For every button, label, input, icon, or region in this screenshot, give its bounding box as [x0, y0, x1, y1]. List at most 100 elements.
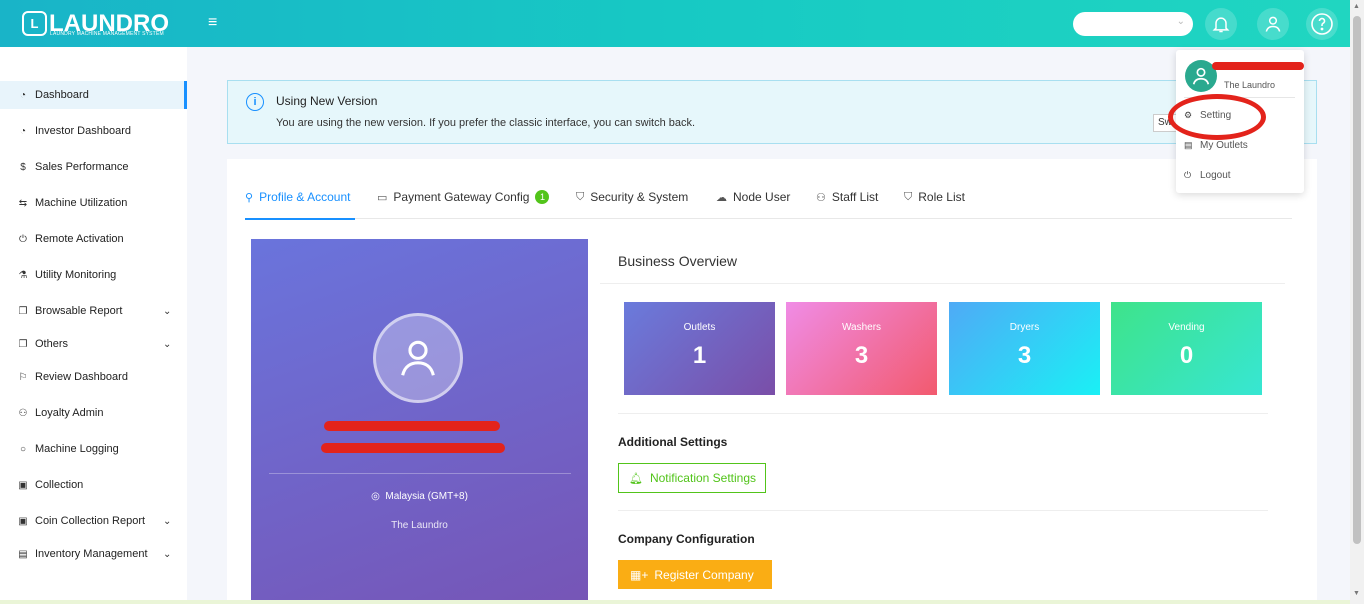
flask-icon: ⚗	[18, 269, 28, 281]
top-bar: L LAUNDRO LAUNDRY MACHINE MANAGEMENT SYS…	[0, 0, 1350, 47]
redacted-name	[324, 421, 500, 431]
flag-icon: ⚐	[18, 371, 28, 383]
sidebar-item-label: Coin Collection Report	[35, 515, 146, 527]
tab-role-list[interactable]: ⛉ Role List	[904, 190, 965, 204]
sidebar-item-inventory-management[interactable]: ▤ Inventory Management ⌄	[0, 540, 187, 568]
scroll-down-icon[interactable]: ▼	[1353, 590, 1360, 597]
bell-icon[interactable]	[1205, 8, 1237, 40]
active-tab-indicator	[245, 218, 355, 220]
tab-staff-list[interactable]: ⚇ Staff List	[816, 190, 878, 204]
sidebar-item-coin-collection-report[interactable]: ▣ Coin Collection Report ⌄	[0, 507, 187, 535]
location: ◎ Malaysia (GMT+8)	[251, 491, 588, 502]
sidebar-item-label: Dashboard	[35, 89, 89, 101]
scroll-up-icon[interactable]: ▲	[1353, 3, 1360, 10]
logo-tagline: LAUNDRY MACHINE MANAGEMENT SYSTEM	[50, 31, 164, 37]
swap-icon: ⇆	[18, 197, 28, 209]
hamburger-icon[interactable]: ≡	[208, 15, 224, 31]
button-label: Register Company	[654, 567, 754, 582]
stat-washers: Washers 3	[786, 302, 937, 395]
tab-label: Staff List	[831, 190, 879, 204]
sidebar-item-collection[interactable]: ▣ Collection	[0, 471, 187, 499]
sidebar-item-review-dashboard[interactable]: ⚐ Review Dashboard	[0, 363, 187, 391]
tab-label: Node User	[733, 190, 791, 204]
sidebar-item-label: Sales Performance	[35, 161, 129, 173]
sidebar-item-label: Browsable Report	[35, 305, 123, 317]
sidebar-item-machine-logging[interactable]: ○ Machine Logging	[0, 435, 187, 463]
sidebar-item-remote-activation[interactable]: ⏻ Remote Activation	[0, 225, 187, 253]
business-overview-title: Business Overview	[618, 253, 738, 269]
redacted-username	[1212, 62, 1304, 70]
scrollbar[interactable]: ▲ ▼	[1350, 0, 1364, 604]
notification-settings-button[interactable]: 🔔︎ Notification Settings	[618, 463, 766, 493]
register-company-button[interactable]: ▦+ Register Company	[618, 560, 772, 589]
power-icon: ⏻	[19, 233, 27, 245]
stat-value: 1	[692, 342, 707, 369]
sidebar-item-browsable-report[interactable]: ❐ Browsable Report ⌄	[0, 297, 187, 325]
stat-dryers: Dryers 3	[949, 302, 1100, 395]
info-icon: i	[246, 93, 264, 111]
divider	[618, 413, 1268, 414]
sidebar-item-label: Inventory Management	[35, 548, 148, 560]
stat-label: Washers	[841, 322, 882, 333]
chevron-down-icon: ⌄	[163, 305, 172, 317]
shield-icon: ⛉	[576, 190, 585, 203]
sidebar-item-label: Machine Logging	[35, 443, 119, 455]
menu-item-label: Logout	[1200, 170, 1231, 181]
tab-label: Security & System	[590, 190, 689, 204]
tab-label: Profile & Account	[259, 190, 351, 204]
menu-item-logout[interactable]: ⏻ Logout	[1184, 170, 1231, 181]
scrollbar-thumb[interactable]	[1353, 16, 1361, 544]
sidebar-item-investor-dashboard[interactable]: ◔ Investor Dashboard	[0, 117, 187, 145]
menu-item-label: My Outlets	[1200, 140, 1248, 151]
tab-payment-gateway-config[interactable]: ▭ Payment Gateway Config 1	[377, 190, 550, 204]
sidebar-item-label: Others	[35, 338, 69, 350]
menu-item-my-outlets[interactable]: ▤ My Outlets	[1184, 140, 1248, 151]
shop-icon: ▤	[1184, 140, 1193, 150]
stat-outlets: Outlets 1	[624, 302, 775, 395]
stat-value: 3	[1017, 342, 1032, 369]
company-name: The Laundro	[391, 520, 448, 531]
sidebar-item-others[interactable]: ❐ Others ⌄	[0, 330, 187, 358]
cloud-icon: ☁	[716, 191, 727, 204]
highlight-circle	[1168, 94, 1266, 140]
divider	[618, 510, 1268, 511]
file-icon: ▣	[18, 515, 28, 527]
chat-icon: ○	[19, 443, 27, 455]
sidebar-item-utility-monitoring[interactable]: ⚗ Utility Monitoring	[0, 261, 187, 289]
top-select[interactable]: ⌄	[1073, 12, 1193, 36]
card-icon: ▭	[377, 191, 388, 204]
user-icon[interactable]	[1257, 8, 1289, 40]
stat-label: Dryers	[1009, 322, 1040, 333]
button-label: Notification Settings	[649, 471, 757, 485]
tab-profile-account[interactable]: ⚲ Profile & Account	[245, 190, 350, 204]
table-icon: ▤	[18, 548, 28, 560]
sidebar-item-loyalty-admin[interactable]: ⚇ Loyalty Admin	[0, 399, 187, 427]
dropdown-company: The Laundro	[1224, 80, 1276, 90]
sidebar-item-dashboard[interactable]: ◔ Dashboard	[0, 81, 187, 109]
bottom-strip	[0, 600, 1350, 604]
dashboard-icon: ◔	[19, 125, 27, 137]
help-icon[interactable]	[1306, 8, 1338, 40]
tab-node-user[interactable]: ☁ Node User	[716, 190, 790, 204]
bell-icon: 🔔︎	[629, 472, 643, 485]
chevron-down-icon: ⌄	[1176, 16, 1185, 27]
avatar[interactable]	[373, 313, 463, 403]
file-icon: ▣	[18, 479, 28, 491]
stat-value: 0	[1179, 342, 1194, 369]
chevron-down-icon: ⌄	[163, 338, 172, 350]
tab-bar: ⚲ Profile & Account ▭ Payment Gateway Conf…	[245, 185, 1292, 219]
company-configuration-title: Company Configuration	[618, 532, 755, 546]
profile-panel: ◎ Malaysia (GMT+8) The Laundro	[251, 239, 588, 604]
settings-card: ⚲ Profile & Account ▭ Payment Gateway Conf…	[227, 159, 1317, 604]
user-icon: ⚲	[245, 191, 254, 204]
logo[interactable]: L LAUNDRO LAUNDRY MACHINE MANAGEMENT SYS…	[22, 11, 169, 37]
copy-icon: ❐	[18, 305, 28, 317]
sidebar-item-machine-utilization[interactable]: ⇆ Machine Utilization	[0, 189, 187, 217]
tab-security-system[interactable]: ⛉ Security & System	[576, 190, 688, 204]
copy-icon: ❐	[18, 338, 28, 350]
sidebar-item-sales-performance[interactable]: $ Sales Performance	[0, 153, 187, 181]
sidebar: ◔ Dashboard ◔ Investor Dashboard $ Sales Pe…	[0, 47, 187, 604]
sidebar-item-label: Collection	[35, 479, 84, 491]
alert-title: Using New Version	[276, 94, 378, 108]
stat-label: Outlets	[683, 322, 716, 333]
